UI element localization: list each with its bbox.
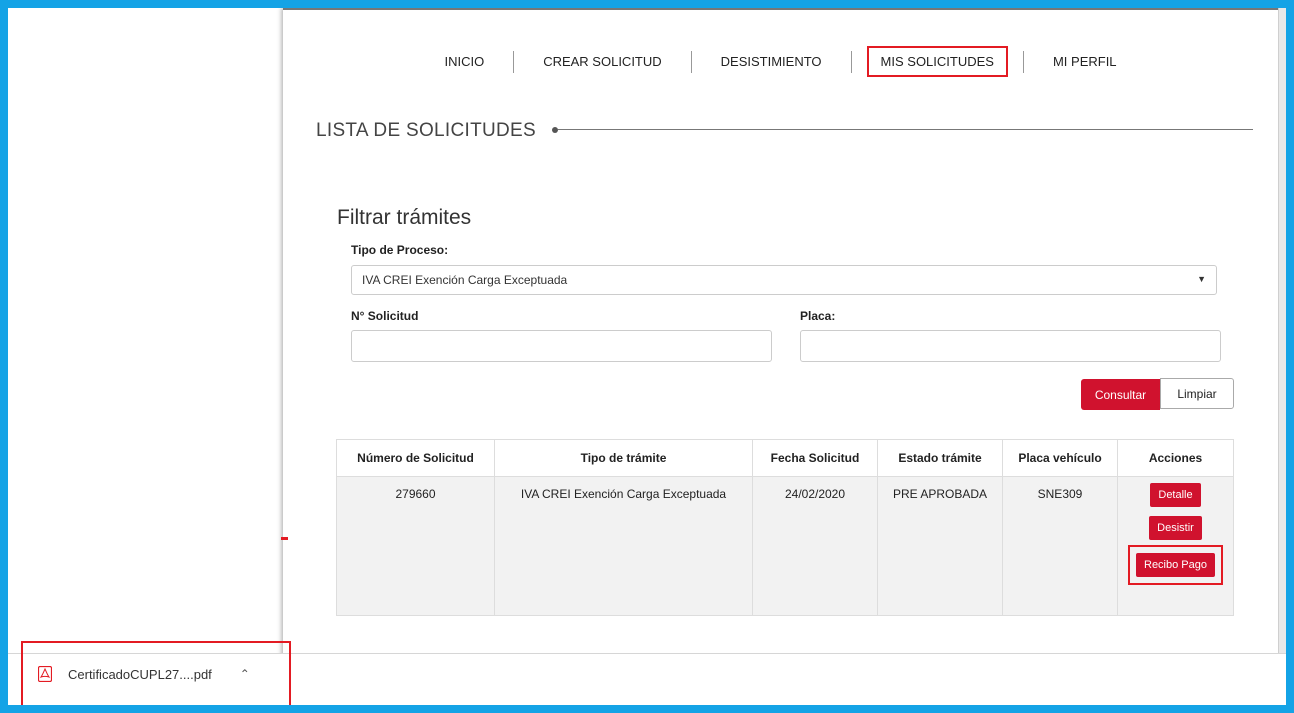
table-header-row: Número de Solicitud Tipo de trámite Fech…	[336, 439, 1234, 477]
cell-fecha: 24/02/2020	[752, 476, 878, 616]
desistir-button[interactable]: Desistir	[1149, 516, 1202, 540]
section-dot	[552, 127, 558, 133]
browser-frame: INICIO CREAR SOLICITUD DESISTIMIENTO MIS…	[8, 8, 1286, 705]
nav-desistimiento[interactable]: DESISTIMIENTO	[707, 48, 836, 75]
solicitud-input[interactable]	[351, 330, 772, 362]
nav-separator	[690, 50, 692, 73]
recibo-pago-button[interactable]: Recibo Pago	[1136, 553, 1215, 577]
placa-input[interactable]	[800, 330, 1221, 362]
dropdown-arrow-icon: ▼	[1197, 274, 1206, 284]
solicitudes-table: Número de Solicitud Tipo de trámite Fech…	[336, 439, 1234, 616]
solicitud-label: N° Solicitud	[351, 309, 419, 323]
download-item[interactable]: CertificadoCUPL27....pdf ⌃	[21, 641, 291, 705]
cell-estado: PRE APROBADA	[877, 476, 1003, 616]
section-title: LISTA DE SOLICITUDES	[316, 120, 536, 141]
main-page: INICIO CREAR SOLICITUD DESISTIMIENTO MIS…	[283, 8, 1278, 660]
nav-mi-perfil[interactable]: MI PERFIL	[1039, 48, 1131, 75]
tipo-proceso-label: Tipo de Proceso:	[351, 243, 449, 257]
nav-separator	[1022, 50, 1024, 73]
cell-acciones: Detalle Desistir Recibo Pago	[1117, 476, 1234, 616]
cell-numero: 279660	[336, 476, 495, 616]
placa-label: Placa:	[800, 309, 836, 323]
limpiar-button[interactable]: Limpiar	[1160, 378, 1234, 409]
tipo-proceso-select[interactable]: IVA CREI Exención Carga Exceptuada ▼	[351, 265, 1217, 295]
scrollbar[interactable]	[1278, 8, 1286, 658]
table-row: 279660 IVA CREI Exención Carga Exceptuad…	[336, 476, 1234, 616]
recibo-highlight: Recibo Pago	[1128, 545, 1223, 585]
nav-mis-solicitudes[interactable]: MIS SOLICITUDES	[866, 46, 1008, 77]
filter-title: Filtrar trámites	[337, 206, 472, 229]
col-tipo: Tipo de trámite	[494, 439, 753, 477]
cell-placa: SNE309	[1002, 476, 1118, 616]
top-nav: INICIO CREAR SOLICITUD DESISTIMIENTO MIS…	[283, 46, 1278, 77]
red-marker	[281, 537, 288, 540]
col-fecha: Fecha Solicitud	[752, 439, 878, 477]
detalle-button[interactable]: Detalle	[1150, 483, 1201, 507]
chevron-up-icon[interactable]: ⌃	[240, 667, 250, 681]
pdf-icon	[38, 666, 52, 682]
col-estado: Estado trámite	[877, 439, 1003, 477]
download-bar: CertificadoCUPL27....pdf ⌃	[8, 641, 1286, 705]
nav-separator	[513, 50, 515, 73]
col-numero: Número de Solicitud	[336, 439, 495, 477]
tipo-proceso-value: IVA CREI Exención Carga Exceptuada	[362, 273, 568, 287]
col-placa: Placa vehículo	[1002, 439, 1118, 477]
nav-separator	[850, 50, 852, 73]
col-acciones: Acciones	[1117, 439, 1234, 477]
cell-tipo: IVA CREI Exención Carga Exceptuada	[494, 476, 753, 616]
section-divider	[558, 129, 1253, 130]
download-filename: CertificadoCUPL27....pdf	[68, 666, 212, 682]
nav-inicio[interactable]: INICIO	[430, 48, 498, 75]
nav-crear-solicitud[interactable]: CREAR SOLICITUD	[529, 48, 675, 75]
consultar-button[interactable]: Consultar	[1081, 379, 1160, 410]
